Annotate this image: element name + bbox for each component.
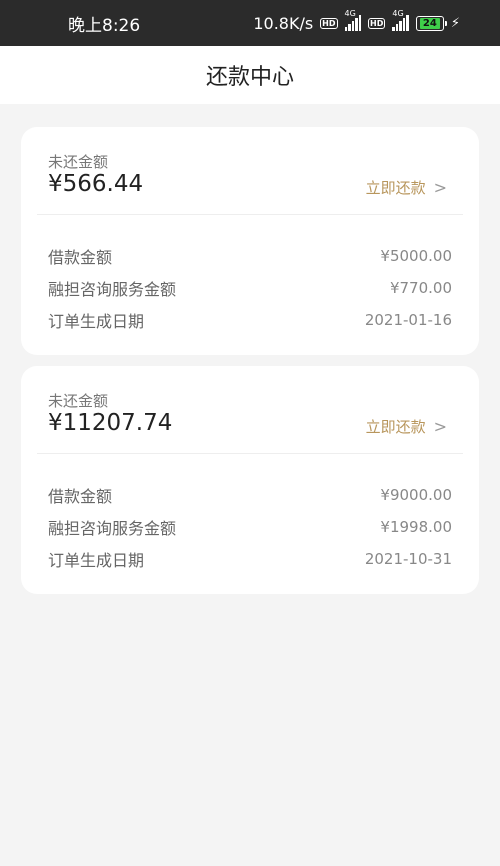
detail-row: 订单生成日期 2021-10-31 (21, 543, 479, 575)
unpaid-label: 未还金额 (48, 392, 109, 410)
detail-row: 融担咨询服务金额 ¥770.00 (21, 272, 479, 304)
detail-value: ¥770.00 (389, 279, 452, 297)
card-summary: 未还金额 ¥11207.74 立即还款 > (21, 366, 479, 453)
status-bar: 晚上8:26 10.8K/s HD 4G HD 4G 24 ⚡ (0, 0, 500, 46)
detail-label: 借款金额 (48, 487, 113, 506)
detail-value: 2021-10-31 (364, 550, 452, 568)
page-title: 还款中心 (205, 65, 294, 90)
detail-row: 借款金额 ¥9000.00 (21, 479, 479, 511)
unpaid-amount: ¥566.44 (48, 171, 144, 197)
loan-details: 借款金额 ¥5000.00 融担咨询服务金额 ¥770.00 订单生成日期 20… (21, 215, 479, 336)
detail-value: 2021-01-16 (364, 311, 452, 329)
repay-now-label: 立即还款 (365, 179, 426, 197)
status-time: 晚上8:26 (68, 15, 141, 36)
status-indicators: 10.8K/s HD 4G HD 4G 24 ⚡ (253, 9, 460, 33)
repay-now-button[interactable]: 立即还款 > (366, 416, 447, 437)
detail-row: 融担咨询服务金额 ¥1998.00 (21, 511, 479, 543)
signal-icon: 4G (392, 9, 409, 31)
hd-icon: HD (368, 17, 386, 29)
detail-label: 订单生成日期 (48, 312, 145, 331)
detail-value: ¥1998.00 (380, 518, 452, 536)
battery-icon: 24 (415, 15, 447, 31)
detail-row: 借款金额 ¥5000.00 (21, 240, 479, 272)
charging-icon: ⚡ (450, 15, 460, 31)
loan-card: 未还金额 ¥11207.74 立即还款 > 借款金额 ¥9000.00 融担咨询… (21, 366, 479, 594)
hd-icon: HD (320, 17, 338, 29)
card-summary: 未还金额 ¥566.44 立即还款 > (21, 127, 479, 214)
unpaid-amount: ¥11207.74 (48, 410, 173, 436)
detail-value: ¥9000.00 (380, 486, 452, 504)
detail-label: 融担咨询服务金额 (48, 519, 177, 538)
detail-label: 融担咨询服务金额 (48, 280, 177, 299)
detail-value: ¥5000.00 (380, 247, 452, 265)
detail-row: 订单生成日期 2021-01-16 (21, 304, 479, 336)
chevron-right-icon: > (433, 178, 447, 197)
detail-label: 订单生成日期 (48, 551, 145, 570)
page-header: 还款中心 (0, 46, 500, 104)
network-type-label: 4G (392, 9, 404, 18)
signal-icon: 4G (344, 9, 362, 31)
network-speed: 10.8K/s (253, 13, 314, 33)
detail-label: 借款金额 (48, 248, 113, 267)
repay-now-label: 立即还款 (365, 418, 426, 436)
loan-card: 未还金额 ¥566.44 立即还款 > 借款金额 ¥5000.00 融担咨询服务… (21, 127, 479, 355)
repay-now-button[interactable]: 立即还款 > (366, 177, 447, 198)
network-type-label: 4G (344, 9, 356, 18)
loan-details: 借款金额 ¥9000.00 融担咨询服务金额 ¥1998.00 订单生成日期 2… (21, 454, 479, 575)
chevron-right-icon: > (433, 417, 447, 436)
battery-level: 24 (419, 17, 440, 29)
unpaid-label: 未还金额 (48, 153, 109, 171)
